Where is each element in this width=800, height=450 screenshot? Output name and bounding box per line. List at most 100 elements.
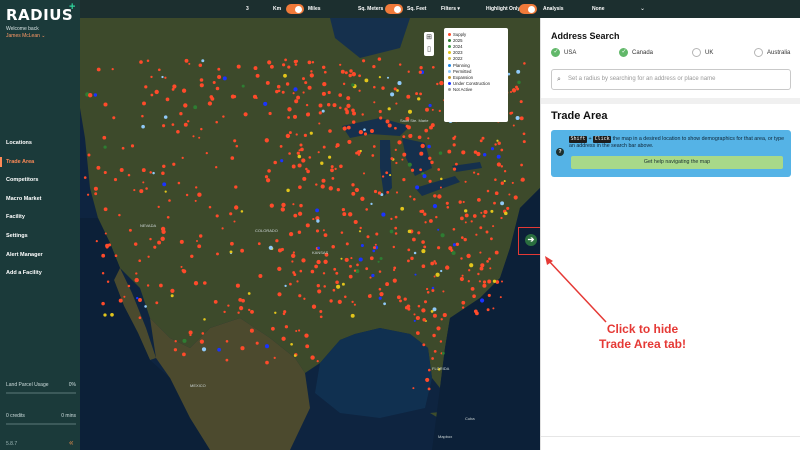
facility-marker[interactable]	[233, 95, 237, 99]
facility-marker[interactable]	[454, 162, 458, 166]
facility-marker[interactable]	[154, 89, 159, 95]
facility-marker[interactable]	[522, 140, 526, 144]
facility-marker[interactable]	[212, 80, 216, 85]
facility-marker[interactable]	[281, 336, 286, 341]
facility-marker[interactable]	[500, 165, 504, 168]
facility-marker[interactable]	[401, 158, 404, 161]
facility-marker[interactable]	[369, 256, 374, 261]
facility-marker[interactable]	[410, 168, 415, 172]
facility-marker[interactable]	[362, 172, 366, 175]
facility-marker[interactable]	[399, 299, 402, 303]
facility-marker[interactable]	[351, 72, 356, 77]
facility-marker[interactable]	[227, 304, 230, 307]
facility-marker[interactable]	[494, 250, 499, 255]
filters-dropdown[interactable]: Filters ▾	[441, 0, 460, 18]
facility-marker[interactable]	[473, 309, 478, 314]
facility-marker[interactable]	[195, 186, 198, 189]
facility-marker[interactable]	[267, 60, 272, 65]
facility-marker[interactable]	[308, 156, 312, 159]
facility-marker[interactable]	[315, 183, 318, 186]
facility-marker[interactable]	[142, 181, 145, 184]
facility-marker[interactable]	[508, 193, 511, 196]
facility-marker[interactable]	[101, 301, 105, 306]
facility-marker[interactable]	[157, 205, 160, 209]
facility-marker[interactable]	[103, 170, 107, 175]
facility-marker[interactable]	[482, 283, 487, 288]
facility-marker[interactable]	[419, 168, 422, 172]
facility-marker[interactable]	[342, 126, 347, 131]
facility-marker[interactable]	[162, 124, 166, 128]
facility-marker[interactable]	[480, 263, 485, 268]
facility-marker[interactable]	[153, 245, 157, 249]
facility-marker[interactable]	[96, 67, 101, 72]
units-toggle[interactable]	[286, 4, 304, 14]
facility-marker[interactable]	[174, 340, 177, 343]
facility-marker[interactable]	[295, 133, 298, 136]
facility-marker[interactable]	[424, 128, 429, 133]
facility-marker[interactable]	[355, 151, 359, 155]
facility-marker[interactable]	[477, 272, 480, 276]
facility-marker[interactable]	[335, 143, 340, 148]
map-view[interactable]: Sault Ste. Marie NEVADA COLORADO KANSAS …	[80, 18, 540, 450]
radius-logo[interactable]: RADIUS	[6, 6, 73, 24]
facility-marker[interactable]	[288, 231, 294, 237]
collapse-sidebar-icon[interactable]: «	[69, 438, 73, 447]
facility-marker[interactable]	[387, 123, 392, 128]
facility-marker[interactable]	[414, 273, 417, 276]
facility-marker[interactable]	[294, 99, 299, 104]
facility-marker[interactable]	[127, 173, 131, 177]
facility-marker[interactable]	[323, 285, 326, 288]
facility-marker[interactable]	[285, 82, 290, 86]
facility-marker[interactable]	[455, 242, 460, 246]
facility-marker[interactable]	[385, 119, 390, 124]
facility-marker[interactable]	[439, 80, 444, 86]
facility-marker[interactable]	[271, 326, 275, 331]
facility-marker[interactable]	[389, 229, 394, 234]
facility-marker[interactable]	[420, 143, 425, 149]
facility-marker[interactable]	[317, 246, 320, 250]
facility-marker[interactable]	[353, 269, 357, 272]
facility-marker[interactable]	[490, 237, 493, 241]
facility-marker[interactable]	[168, 199, 171, 202]
facility-marker[interactable]	[222, 76, 227, 81]
facility-marker[interactable]	[150, 75, 153, 79]
facility-marker[interactable]	[255, 73, 260, 78]
facility-marker[interactable]	[288, 131, 292, 135]
facility-marker[interactable]	[430, 261, 435, 266]
facility-marker[interactable]	[101, 272, 105, 275]
facility-marker[interactable]	[144, 85, 148, 89]
facility-marker[interactable]	[252, 94, 258, 99]
facility-marker[interactable]	[316, 360, 319, 363]
facility-marker[interactable]	[229, 212, 233, 216]
facility-marker[interactable]	[415, 185, 420, 190]
facility-marker[interactable]	[307, 60, 312, 65]
facility-marker[interactable]	[230, 241, 234, 246]
facility-marker[interactable]	[264, 175, 269, 179]
facility-marker[interactable]	[379, 116, 383, 120]
facility-marker[interactable]	[371, 154, 375, 157]
facility-marker[interactable]	[480, 211, 483, 214]
facility-marker[interactable]	[114, 254, 118, 258]
facility-marker[interactable]	[464, 180, 467, 183]
facility-marker[interactable]	[317, 289, 322, 294]
area-units-toggle[interactable]	[385, 4, 403, 14]
facility-marker[interactable]	[494, 143, 497, 146]
facility-marker[interactable]	[354, 187, 360, 193]
facility-marker[interactable]	[394, 226, 398, 230]
facility-marker[interactable]	[347, 139, 352, 144]
facility-marker[interactable]	[138, 298, 142, 302]
facility-marker[interactable]	[490, 147, 495, 151]
facility-marker[interactable]	[268, 245, 273, 250]
facility-marker[interactable]	[392, 245, 396, 249]
facility-marker[interactable]	[275, 239, 279, 243]
facility-marker[interactable]	[305, 344, 310, 349]
facility-marker[interactable]	[353, 303, 356, 306]
facility-marker[interactable]	[240, 346, 245, 351]
facility-marker[interactable]	[500, 216, 503, 220]
facility-marker[interactable]	[298, 185, 302, 190]
facility-marker[interactable]	[222, 115, 225, 118]
facility-marker[interactable]	[452, 167, 457, 171]
facility-marker[interactable]	[523, 62, 526, 65]
facility-marker[interactable]	[185, 193, 189, 197]
facility-marker[interactable]	[403, 297, 407, 301]
